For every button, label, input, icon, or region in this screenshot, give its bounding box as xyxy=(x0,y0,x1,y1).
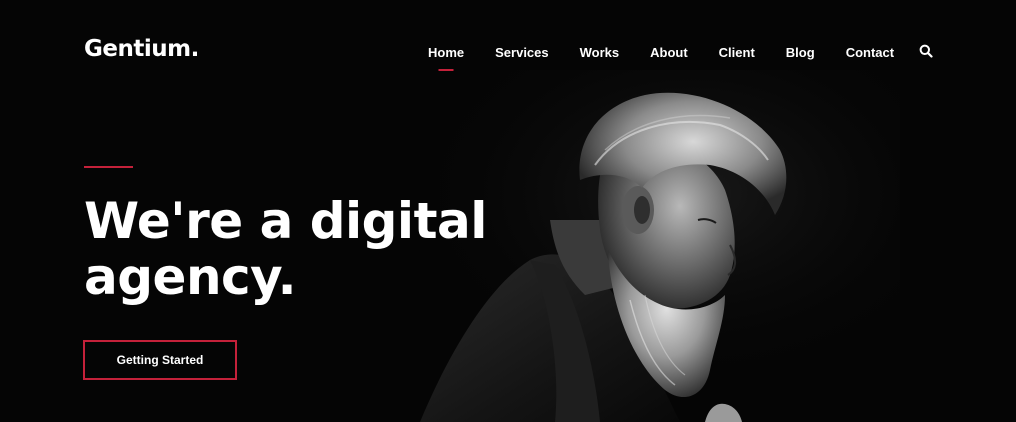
hero-title-line-2: agency. xyxy=(84,248,297,306)
brand-logo[interactable]: Gentium. xyxy=(84,36,199,62)
nav-item-services[interactable]: Services xyxy=(495,45,549,61)
nav-item-works[interactable]: Works xyxy=(580,45,620,61)
nav-item-contact[interactable]: Contact xyxy=(846,45,894,61)
page: Gentium. Home Services Works About Clien… xyxy=(0,0,1016,422)
nav-item-client[interactable]: Client xyxy=(719,45,755,61)
nav-item-blog[interactable]: Blog xyxy=(786,45,815,61)
nav-item-about[interactable]: About xyxy=(650,45,688,61)
search-icon[interactable] xyxy=(919,44,933,58)
hero-title: We're a digital agency. xyxy=(84,193,524,305)
hero-accent-line xyxy=(84,166,133,168)
getting-started-button[interactable]: Getting Started xyxy=(83,340,237,380)
hero-title-line-1: We're a digital xyxy=(84,192,487,250)
main-nav: Home Services Works About Client Blog Co… xyxy=(428,45,925,61)
nav-item-home[interactable]: Home xyxy=(428,45,464,61)
